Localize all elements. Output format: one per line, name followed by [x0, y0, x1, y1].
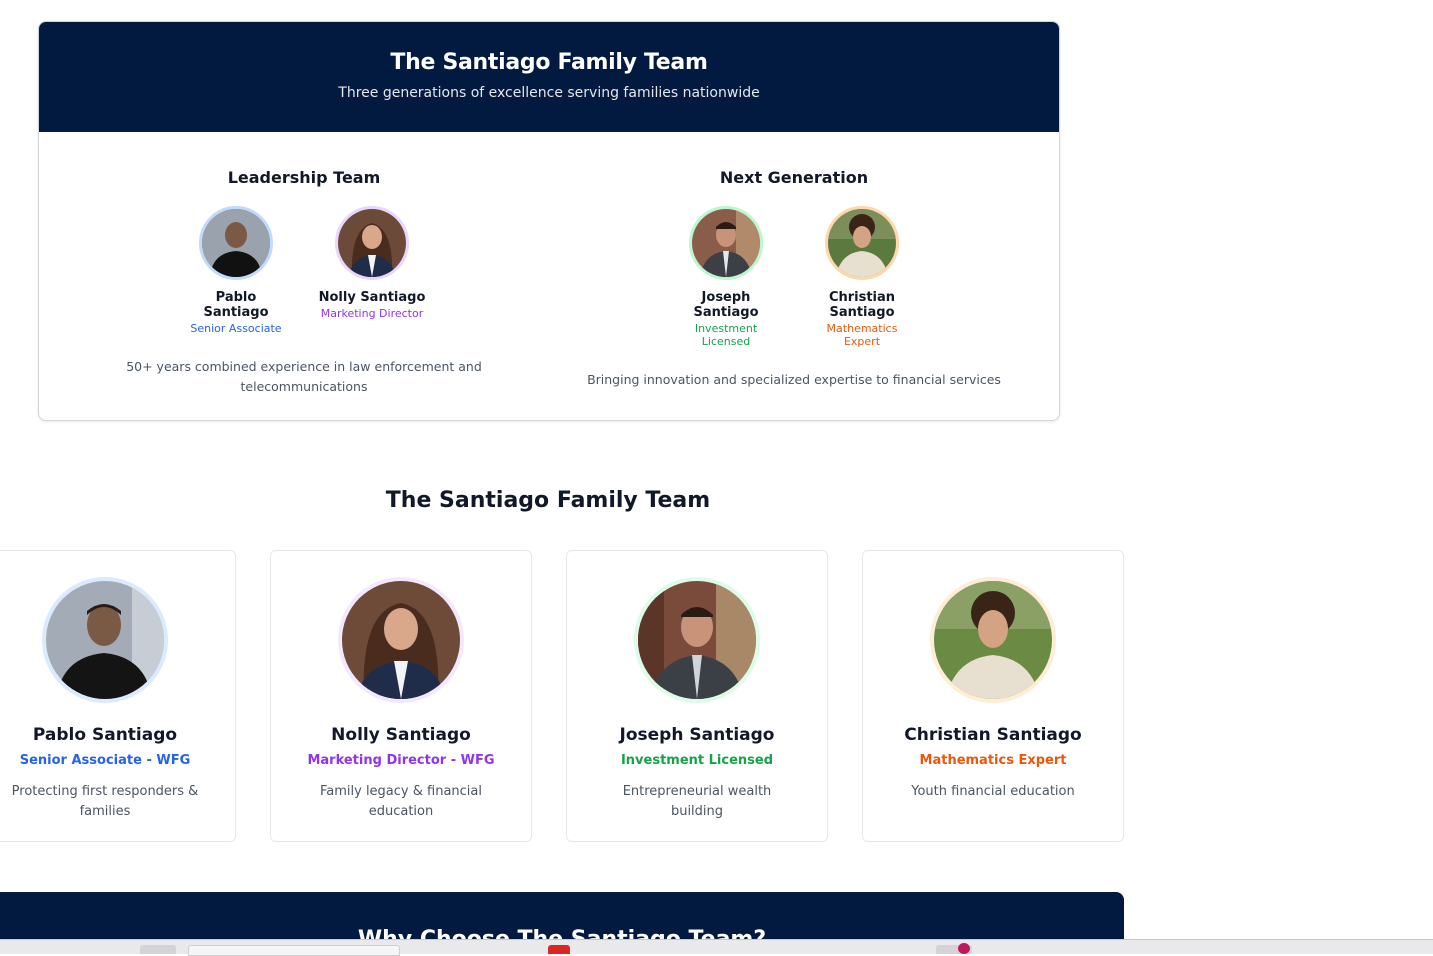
avatar	[338, 577, 464, 703]
avatar	[689, 206, 763, 280]
team-section-title: The Santiago Family Team	[385, 488, 711, 513]
avatar	[335, 206, 409, 280]
mini-person-role: Investment Licensed	[694, 322, 758, 348]
leadership-heading: Leadership Team	[227, 168, 381, 187]
team-card-role: Investment Licensed	[620, 753, 774, 768]
mini-person-role: Mathematics Expert	[826, 322, 898, 348]
notification-badge-icon	[958, 943, 970, 954]
mini-person-pablo: Pablo Santiago Senior Associate	[181, 206, 291, 335]
team-card-description: Family legacy & financial education	[319, 784, 482, 819]
avatar	[825, 206, 899, 280]
team-card-name: Christian Santiago	[904, 725, 1082, 745]
team-card-name: Joseph Santiago	[619, 725, 775, 745]
mini-person-christian: Christian Santiago Mathematics Expert	[807, 206, 917, 348]
summary-title: The Santiago Family Team	[390, 50, 708, 75]
avatar	[634, 577, 760, 703]
team-card-role: Senior Associate - WFG	[19, 753, 191, 768]
next-gen-heading: Next Generation	[719, 168, 869, 187]
mini-person-nolly: Nolly Santiago Marketing Director	[317, 206, 427, 335]
family-team-summary-card: The Santiago Family Team Three generatio…	[38, 21, 1060, 421]
team-card-pablo: Pablo Santiago Senior Associate - WFG Pr…	[0, 550, 236, 842]
taskbar-search[interactable]	[188, 945, 400, 956]
leadership-description: 50+ years combined experience in law enf…	[126, 359, 482, 394]
team-card-christian: Christian Santiago Mathematics Expert Yo…	[862, 550, 1124, 842]
team-card-name: Nolly Santiago	[331, 725, 471, 745]
os-taskbar	[0, 939, 1433, 956]
team-card-name: Pablo Santiago	[32, 725, 178, 745]
next-gen-description: Bringing innovation and specialized expe…	[587, 372, 1001, 387]
mini-person-name: Christian Santiago	[828, 290, 896, 320]
avatar	[930, 577, 1056, 703]
next-generation-column: Next Generation Joseph Santiago Investme…	[579, 168, 1009, 390]
team-card-description: Youth financial education	[911, 784, 1075, 799]
summary-header: The Santiago Family Team Three generatio…	[39, 22, 1059, 132]
leadership-team-column: Leadership Team Pablo Santiago Senior As…	[119, 168, 489, 397]
mini-person-name: Nolly Santiago	[318, 290, 426, 305]
avatar	[42, 577, 168, 703]
team-card-nolly: Nolly Santiago Marketing Director - WFG …	[270, 550, 532, 842]
team-card-role: Marketing Director - WFG	[307, 753, 495, 768]
mini-person-joseph: Joseph Santiago Investment Licensed	[671, 206, 781, 348]
team-card-description: Protecting first responders & families	[11, 784, 199, 819]
mini-person-name: Joseph Santiago	[693, 290, 759, 320]
avatar	[199, 206, 273, 280]
mini-person-role: Marketing Director	[320, 307, 424, 320]
mini-person-role: Senior Associate	[190, 322, 282, 335]
team-card-role: Mathematics Expert	[919, 753, 1067, 768]
team-card-joseph: Joseph Santiago Investment Licensed Entr…	[566, 550, 828, 842]
team-card-description: Entrepreneurial wealth building	[622, 784, 772, 819]
summary-subtitle: Three generations of excellence serving …	[338, 85, 760, 101]
mini-person-name: Pablo Santiago	[203, 290, 269, 320]
